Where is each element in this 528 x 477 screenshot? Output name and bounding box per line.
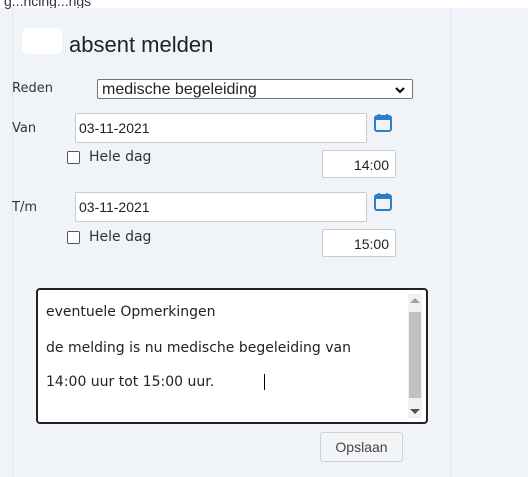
from-all-day-label: Hele dag <box>89 149 152 165</box>
remarks-textarea[interactable]: eventuele Opmerkingen de melding is nu m… <box>36 288 428 424</box>
until-date-input[interactable]: 03-11-2021 <box>75 192 367 222</box>
remarks-scrollbar[interactable] <box>408 294 422 418</box>
chevron-down-icon <box>394 80 406 106</box>
until-time-input[interactable]: 15:00 <box>322 229 396 257</box>
until-all-day-label: Hele dag <box>89 229 152 245</box>
redacted-area <box>22 28 62 54</box>
text-caret <box>264 374 265 390</box>
from-calendar-icon[interactable] <box>374 114 392 132</box>
reason-label: Reden <box>12 81 53 96</box>
scroll-thumb[interactable] <box>409 312 421 398</box>
remarks-line: de melding is nu medische begeleiding va… <box>46 340 351 356</box>
scroll-down-icon[interactable] <box>410 409 420 414</box>
from-date-input[interactable]: 03-11-2021 <box>75 113 367 143</box>
save-button[interactable]: Opslaan <box>320 432 403 462</box>
until-all-day-checkbox[interactable] <box>67 231 80 244</box>
scroll-up-icon[interactable] <box>410 298 420 303</box>
until-label: T/m <box>12 200 37 215</box>
reason-select[interactable]: medische begeleiding <box>97 79 413 99</box>
form-title: absent melden <box>69 32 214 57</box>
from-label: Van <box>12 121 37 136</box>
side-area <box>461 8 528 477</box>
from-time-input[interactable]: 14:00 <box>322 150 396 178</box>
remarks-line: 14:00 uur tot 15:00 uur. <box>46 374 215 390</box>
reason-select-value: medische begeleiding <box>102 81 257 98</box>
from-all-day-checkbox[interactable] <box>67 151 80 164</box>
until-calendar-icon[interactable] <box>374 193 392 211</box>
top-strip: g...ncing...ngs <box>0 0 528 9</box>
remarks-line: eventuele Opmerkingen <box>46 304 216 320</box>
